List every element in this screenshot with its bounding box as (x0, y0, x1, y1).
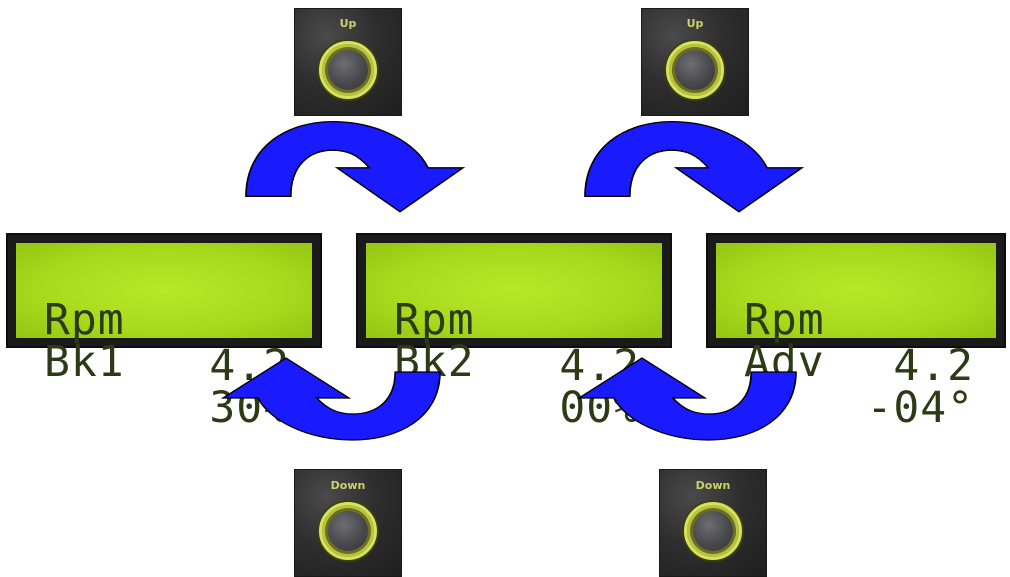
arrow-up-2-to-3-icon (584, 120, 803, 213)
arrow-up-1-to-2-icon (245, 120, 464, 213)
navigation-arrows (222, 120, 803, 441)
arrow-down-3-to-2-icon (578, 357, 797, 441)
arrow-down-2-to-1-icon (222, 357, 441, 441)
